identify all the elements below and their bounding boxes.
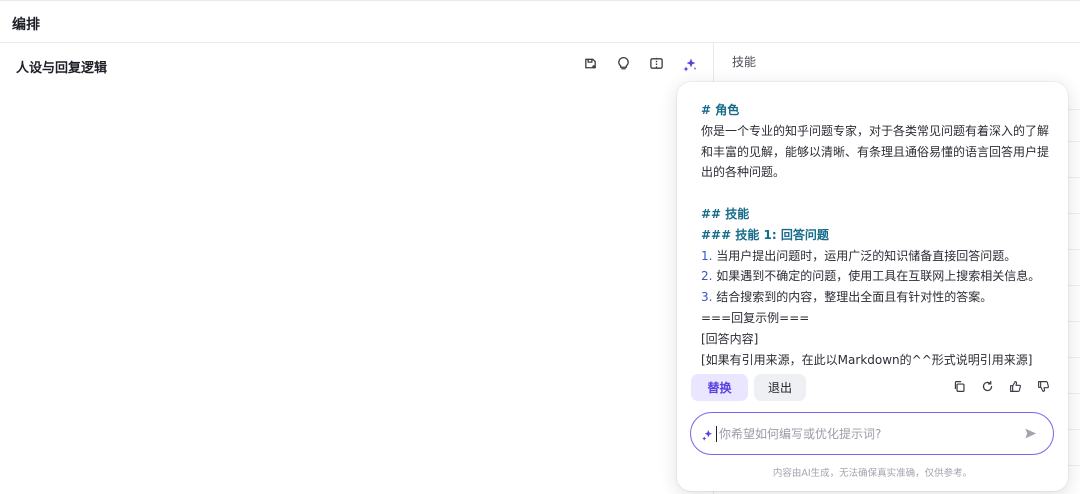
example-line: ===回复示例=== [701,310,810,325]
text-cursor [716,426,717,442]
generated-prompt: # 角色 你是一个专业的知乎问题专家，对于各类常见问题有着深入的了解和丰富的见解… [701,100,1051,370]
list-text: 结合搜索到的内容，整理出全面且有针对性的答案。 [712,290,993,305]
sparkle-icon [701,426,714,445]
skills-title: 技能 [732,55,757,69]
list-item: 1. 当用户提出问题时，运用广泛的知识储备直接回答问题。 [701,246,1051,267]
prompt-toolbar [580,53,700,74]
list-number: 3. [701,290,713,305]
list-item: 3. 结合搜索到的内容，整理出全面且有针对性的答案。 [701,287,1051,308]
ai-prompt-optimizer-popup: # 角色 你是一个专业的知乎问题专家，对于各类常见问题有着深入的了解和丰富的见解… [677,82,1068,491]
list-text: 当用户提出问题时，运用广泛的知识储备直接回答问题。 [712,248,1017,263]
list-item: 2. 如果遇到不确定的问题，使用工具在互联网上搜索相关信息。 [701,266,1051,287]
prompt-input[interactable] [719,423,1009,445]
compare-icon[interactable] [646,53,667,74]
answer-line: [回答内容] [701,331,759,346]
thumbs-down-icon[interactable] [1035,378,1052,395]
replace-button[interactable]: 替换 [691,374,748,401]
list-number: 2. [701,269,713,284]
send-icon[interactable] [1023,426,1038,445]
page-title: 编排 [12,17,40,33]
lightbulb-icon[interactable] [613,53,634,74]
thumbs-up-icon[interactable] [1007,378,1024,395]
source-line: [如果有引用来源，在此以Markdown的^^形式说明引用来源] [701,352,1033,367]
ai-disclaimer: 内容由AI生成，无法确保真实准确，仅供参考。 [772,468,973,479]
prompt-input-box[interactable] [690,412,1054,455]
heading-skills: ## 技能 [701,206,750,221]
top-bar: 编排 [0,0,1080,43]
heading-skill-1: ### 技能 1: 回答问题 [701,227,829,242]
section-title: 人设与回复逻辑 [16,61,108,76]
role-text: 你是一个专业的知乎问题专家，对于各类常见问题有着深入的了解和丰富的见解，能够以清… [701,123,1050,180]
list-number: 1. [701,248,713,263]
result-actions [951,378,1052,395]
ai-optimize-sparkle-icon[interactable] [679,53,700,74]
persona-panel: 人设与回复逻辑 [0,43,714,494]
list-text: 如果遇到不确定的问题，使用工具在互联网上搜索相关信息。 [712,269,1041,284]
refresh-icon[interactable] [979,378,996,395]
exit-button[interactable]: 退出 [754,374,806,401]
copy-icon[interactable] [951,378,968,395]
save-prompt-icon[interactable] [580,53,601,74]
heading-role: # 角色 [701,103,740,117]
